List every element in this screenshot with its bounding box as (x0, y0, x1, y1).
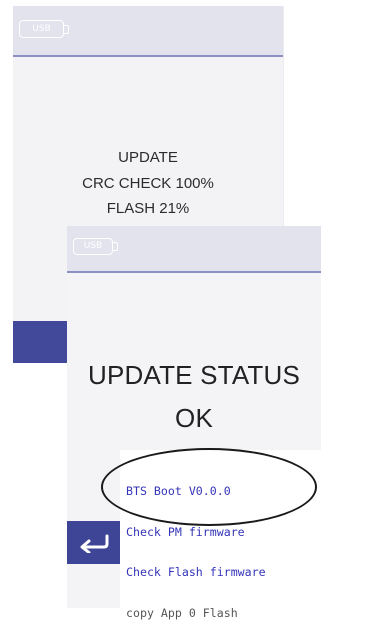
return-button[interactable] (67, 521, 121, 564)
return-arrow-icon (80, 534, 109, 553)
usb-icon: USB (19, 20, 69, 38)
boot-log: BTS Boot V0.0.0 Check PM firmware Check … (126, 458, 266, 634)
usb-label: USB (19, 20, 64, 38)
update-label: UPDATE (118, 149, 178, 166)
update-status-result: OK (175, 403, 213, 433)
boot-log-line: copy App 0 Flash (126, 605, 238, 620)
usb-icon: USB (73, 238, 118, 255)
front-status-bar: USB (67, 226, 321, 273)
update-status-title: UPDATE STATUS (87, 360, 301, 390)
back-nav-button[interactable] (13, 321, 67, 363)
back-status-bar: USB (13, 6, 283, 57)
boot-log-line: BTS Boot V0.0.0 (126, 484, 231, 498)
usb-label: USB (73, 238, 113, 255)
boot-log-line: Check Flash firmware (126, 565, 266, 579)
crc-check-label: CRC CHECK 100% (82, 175, 214, 192)
flash-progress-label: FLASH 21% (106, 200, 190, 217)
boot-log-line: Check PM firmware (126, 524, 245, 539)
